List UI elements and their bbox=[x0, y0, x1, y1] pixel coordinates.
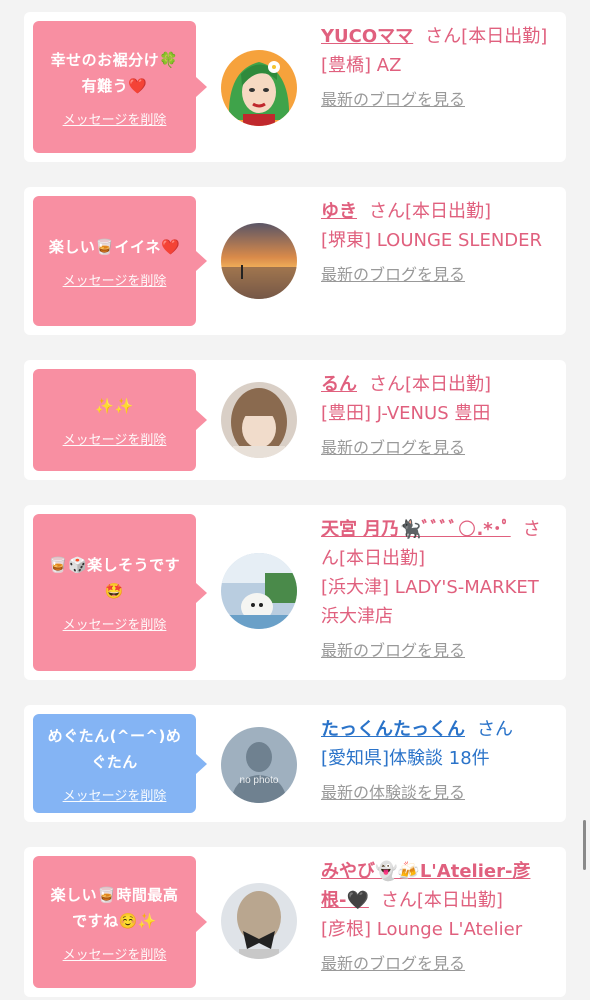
message-card: ✨✨ メッセージを削除 るん さん[本日出勤] [豊田] J-VENUS 豊田 最… bbox=[24, 360, 566, 480]
sender-shop: [浜大津] LADY'S-MARKET 浜大津店 bbox=[321, 577, 539, 627]
avatar[interactable] bbox=[221, 553, 297, 629]
sender-info: YUCOママ さん[本日出勤] [豊橋] AZ 最新のブログを見る bbox=[321, 22, 553, 112]
scrollbar[interactable] bbox=[583, 820, 586, 870]
avatar[interactable] bbox=[221, 883, 297, 959]
sender-name-link[interactable]: YUCOママ bbox=[321, 26, 413, 47]
sender-status: さん[本日出勤] bbox=[369, 374, 492, 395]
message-bubble: 幸せのお裾分け🍀有難う❤️ メッセージを削除 bbox=[33, 21, 207, 153]
avatar[interactable] bbox=[221, 223, 297, 299]
message-text: 楽しい🥃時間最高ですね☺️✨ bbox=[50, 885, 179, 930]
message-text: ✨✨ bbox=[95, 396, 134, 415]
sender-info: 天宮 月乃🐈‍⬛ﾞﾞﾞﾞ🌕.*･ﾟ さん[本日出勤] [浜大津] LADY'S-M… bbox=[321, 515, 553, 663]
delete-message-link[interactable]: メッセージを削除 bbox=[63, 944, 167, 963]
sender-shop: [豊橋] AZ bbox=[321, 55, 402, 76]
message-card: 幸せのお裾分け🍀有難う❤️ メッセージを削除 YUCOママ さん[本日出勤] [豊… bbox=[24, 12, 566, 162]
sender-status: さん[本日出勤] bbox=[380, 890, 503, 911]
message-bubble: 楽しい🥃イイネ❤️ メッセージを削除 bbox=[33, 196, 207, 326]
sender-name-link[interactable]: るん bbox=[321, 374, 357, 395]
latest-review-link[interactable]: 最新の体験談を見る bbox=[321, 781, 553, 805]
message-text: 幸せのお裾分け🍀有難う❤️ bbox=[50, 50, 179, 95]
illustrated-woman-avatar-icon bbox=[221, 50, 297, 126]
latest-blog-link[interactable]: 最新のブログを見る bbox=[321, 952, 553, 976]
sender-name-link[interactable]: たっくんたっくん bbox=[321, 719, 465, 740]
sender-status: さん[本日出勤] bbox=[369, 201, 492, 222]
message-card: めぐたん(^ー^)めぐたん メッセージを削除 no photo たっくんたっくん… bbox=[24, 705, 566, 822]
delete-message-link[interactable]: メッセージを削除 bbox=[63, 614, 167, 633]
delete-message-link[interactable]: メッセージを削除 bbox=[63, 785, 167, 804]
sender-info: ゆき さん[本日出勤] [堺東] LOUNGE SLENDER 最新のブログを見る bbox=[321, 197, 553, 287]
message-bubble: めぐたん(^ー^)めぐたん メッセージを削除 bbox=[33, 714, 207, 813]
hair-photo-avatar-icon bbox=[221, 883, 297, 959]
avatar[interactable]: no photo bbox=[221, 727, 297, 803]
sender-name-link[interactable]: ゆき bbox=[321, 201, 357, 222]
sender-info: みやび👻🍻L'Atelier-彦根-🖤 さん[本日出勤] [彦根] Lounge … bbox=[321, 857, 553, 976]
sender-status: さん[本日出勤] bbox=[425, 26, 548, 47]
avatar[interactable] bbox=[221, 382, 297, 458]
message-text: めぐたん(^ー^)めぐたん bbox=[47, 727, 182, 771]
no-photo-text: no photo bbox=[240, 775, 279, 786]
message-bubble: ✨✨ メッセージを削除 bbox=[33, 369, 207, 471]
no-photo-avatar-icon: no photo bbox=[221, 727, 297, 803]
message-card: 🥃🎲楽しそうです🤩 メッセージを削除 天宮 月乃🐈‍⬛ﾞﾞﾞﾞ🌕.*･ﾟ さん[本… bbox=[24, 505, 566, 680]
sender-shop: [豊田] J-VENUS 豊田 bbox=[321, 403, 491, 424]
latest-blog-link[interactable]: 最新のブログを見る bbox=[321, 639, 553, 663]
sender-info: るん さん[本日出勤] [豊田] J-VENUS 豊田 最新のブログを見る bbox=[321, 370, 553, 460]
message-text: 楽しい🥃イイネ❤️ bbox=[48, 237, 181, 256]
sender-status: さん bbox=[477, 719, 513, 740]
latest-blog-link[interactable]: 最新のブログを見る bbox=[321, 88, 553, 112]
delete-message-link[interactable]: メッセージを削除 bbox=[63, 429, 167, 448]
woman-photo-avatar-icon bbox=[221, 382, 297, 458]
message-text: 🥃🎲楽しそうです🤩 bbox=[48, 556, 181, 600]
sender-shop: [堺東] LOUNGE SLENDER bbox=[321, 230, 543, 251]
avatar[interactable] bbox=[221, 50, 297, 126]
sunset-beach-avatar-icon bbox=[221, 223, 297, 299]
delete-message-link[interactable]: メッセージを削除 bbox=[63, 270, 167, 289]
message-card: 楽しい🥃イイネ❤️ メッセージを削除 ゆき さん[本日出勤] [堺東] LOUN… bbox=[24, 187, 566, 335]
dog-photo-avatar-icon bbox=[221, 553, 297, 629]
latest-blog-link[interactable]: 最新のブログを見る bbox=[321, 263, 553, 287]
message-card: 楽しい🥃時間最高ですね☺️✨ メッセージを削除 みやび👻🍻L'Atelier-彦… bbox=[24, 847, 566, 997]
delete-message-link[interactable]: メッセージを削除 bbox=[63, 109, 167, 128]
sender-name-link[interactable]: 天宮 月乃🐈‍⬛ﾞﾞﾞﾞ🌕.*･ﾟ bbox=[321, 519, 511, 540]
sender-info: たっくんたっくん さん [愛知県]体験談 18件 最新の体験談を見る bbox=[321, 715, 553, 805]
latest-blog-link[interactable]: 最新のブログを見る bbox=[321, 436, 553, 460]
sender-shop: [彦根] Lounge L'Atelier bbox=[321, 919, 523, 940]
sender-detail: [愛知県]体験談 18件 bbox=[321, 748, 490, 769]
message-bubble: 楽しい🥃時間最高ですね☺️✨ メッセージを削除 bbox=[33, 856, 207, 988]
message-bubble: 🥃🎲楽しそうです🤩 メッセージを削除 bbox=[33, 514, 207, 671]
